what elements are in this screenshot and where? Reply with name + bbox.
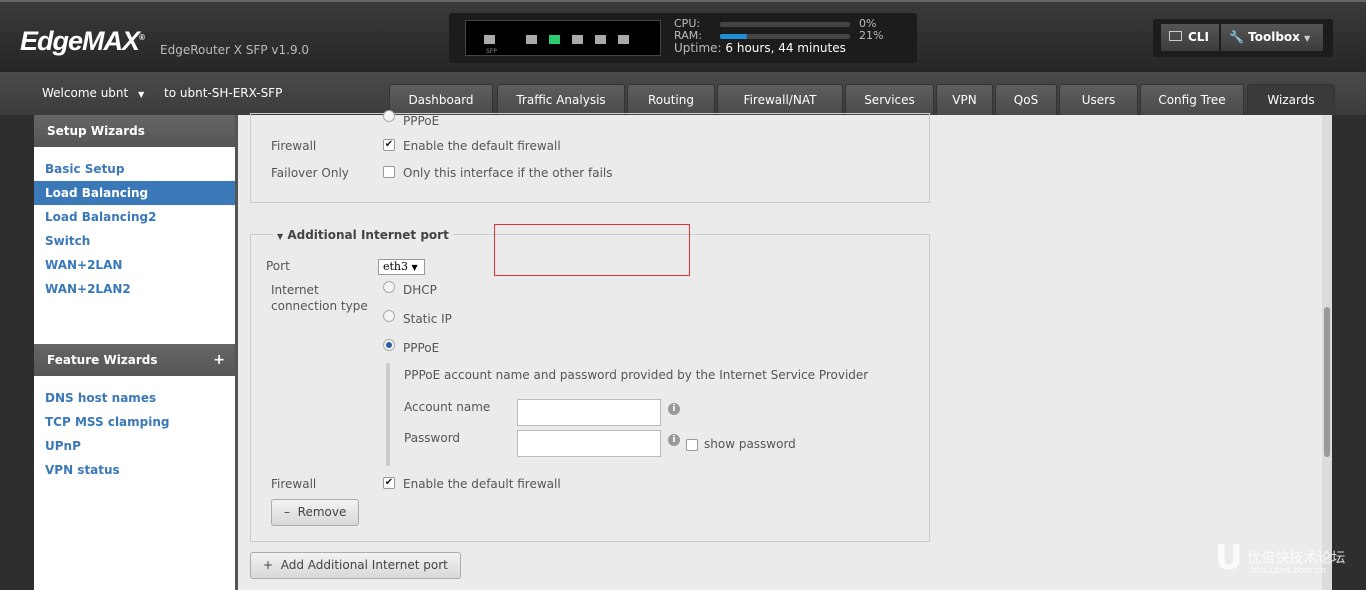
tab-firewall-nat[interactable]: Firewall/NAT — [717, 84, 843, 115]
port-icon — [526, 35, 537, 44]
sidebar-item[interactable]: VPN status — [34, 458, 235, 482]
port-active-icon — [549, 35, 560, 44]
pppoe-description: PPPoE account name and password provided… — [404, 368, 869, 382]
cli-label: CLI — [1188, 30, 1209, 44]
tab-routing[interactable]: Routing — [627, 84, 715, 115]
setup-wizards-header: Setup Wizards — [34, 115, 235, 147]
watermark-logo: U 优倍快技术论坛 bbs.ubnt.com.cn — [1215, 538, 1346, 578]
sidebar: Setup Wizards Basic Setup Load Balancing L… — [34, 115, 235, 590]
scrollbar[interactable] — [1322, 115, 1332, 590]
toolbox-label: Toolbox — [1248, 30, 1300, 44]
firewall-text: Enable the default firewall — [403, 477, 561, 491]
sidebar-item[interactable]: WAN+2LAN2 — [34, 277, 235, 301]
connection-type-label: Internet connection type — [271, 283, 368, 313]
port-select[interactable]: eth3 ▼ — [378, 259, 425, 275]
nav-bar: Welcome ubnt ▼ to ubnt-SH-ERX-SFP Dashbo… — [0, 72, 1366, 115]
ram-bar — [720, 34, 850, 39]
top-bar: EdgeMAX® EdgeRouter X SFP v1.9.0 SFP CPU… — [0, 0, 1366, 72]
tab-config-tree[interactable]: Config Tree — [1140, 84, 1244, 115]
additional-internet-port-section: ▼ Additional Internet port Port eth3 ▼ I… — [250, 228, 930, 542]
plus-icon: + — [213, 352, 225, 368]
minus-icon: – — [284, 505, 290, 519]
cpu-bar — [720, 22, 850, 27]
dhcp-label: DHCP — [403, 283, 437, 297]
account-name-label: Account name — [404, 400, 491, 414]
account-name-input[interactable] — [517, 399, 661, 426]
feature-wizards-header[interactable]: Feature Wizards + — [34, 344, 235, 376]
port-label: Port — [266, 259, 290, 273]
sidebar-item[interactable]: Load Balancing — [34, 181, 235, 205]
toolbox-button[interactable]: 🔧 Toolbox ▼ — [1221, 24, 1323, 51]
firewall-checkbox[interactable]: ✔ — [383, 139, 395, 151]
show-password-label: show password — [704, 437, 796, 451]
plus-icon: + — [263, 558, 274, 572]
sfp-port-icon — [484, 35, 495, 44]
info-icon[interactable]: i — [668, 434, 680, 446]
sidebar-item[interactable]: Load Balancing2 — [34, 205, 235, 229]
dhcp-radio[interactable] — [383, 281, 395, 293]
uptime-value: 6 hours, 44 minutes — [725, 41, 846, 55]
caret-down-icon: ▼ — [277, 232, 284, 241]
port-icon — [618, 35, 629, 44]
failover-text: Only this interface if the other fails — [403, 166, 613, 180]
terminal-icon — [1169, 31, 1182, 41]
sidebar-item[interactable]: TCP MSS clamping — [34, 410, 235, 434]
sidebar-item[interactable]: Switch — [34, 229, 235, 253]
password-label: Password — [404, 431, 461, 445]
wrench-icon: 🔧 — [1229, 30, 1244, 44]
show-password-checkbox[interactable] — [686, 439, 698, 451]
static-ip-radio[interactable] — [383, 310, 395, 322]
chevron-down-icon: ▼ — [138, 90, 145, 99]
user-menu[interactable]: Welcome ubnt ▼ — [42, 86, 144, 100]
static-ip-label: Static IP — [403, 312, 452, 326]
pppoe-indent — [386, 363, 390, 466]
wizard-content: PPPoE Firewall ✔ Enable the default fire… — [238, 110, 1322, 590]
ram-value: 21% — [859, 29, 884, 42]
failover-checkbox[interactable] — [383, 166, 395, 178]
port-icon — [595, 35, 606, 44]
internet-port-section: PPPoE Firewall ✔ Enable the default fire… — [250, 110, 930, 203]
firewall-label: Firewall — [271, 139, 317, 153]
scrollbar-thumb[interactable] — [1324, 307, 1330, 457]
tab-wizards[interactable]: Wizards — [1247, 84, 1335, 115]
add-internet-port-button[interactable]: + Add Additional Internet port — [250, 552, 461, 579]
edgemax-logo: EdgeMAX® — [20, 26, 145, 56]
tab-vpn[interactable]: VPN — [936, 84, 993, 115]
failover-label: Failover Only — [271, 166, 349, 180]
chevron-down-icon: ▼ — [1304, 34, 1311, 43]
hostname: to ubnt-SH-ERX-SFP — [164, 86, 283, 100]
sidebar-item[interactable]: DNS host names — [34, 386, 235, 410]
tab-users[interactable]: Users — [1059, 84, 1138, 115]
remove-button[interactable]: – Remove — [271, 499, 360, 526]
firewall-checkbox[interactable]: ✔ — [383, 477, 395, 489]
sidebar-item[interactable]: Basic Setup — [34, 157, 235, 181]
firewall-label: Firewall — [271, 477, 317, 491]
firewall-text: Enable the default firewall — [403, 139, 561, 153]
uptime-label: Uptime: — [674, 41, 722, 55]
port-icon — [572, 35, 583, 44]
port-status: SFP — [465, 20, 661, 56]
tab-services[interactable]: Services — [845, 84, 934, 115]
sidebar-item[interactable]: UPnP — [34, 434, 235, 458]
device-model: EdgeRouter X SFP v1.9.0 — [160, 43, 310, 57]
pppoe-radio[interactable] — [383, 110, 395, 122]
cli-button[interactable]: CLI — [1161, 24, 1219, 51]
toolbar: CLI 🔧 Toolbox ▼ — [1153, 19, 1333, 57]
password-input[interactable] — [517, 430, 661, 457]
info-icon[interactable]: i — [668, 403, 680, 415]
tab-dashboard[interactable]: Dashboard — [389, 84, 493, 115]
status-panel: SFP CPU: 0% RAM: 21% Uptime: 6 hours, 44… — [449, 13, 917, 63]
tab-traffic-analysis[interactable]: Traffic Analysis — [497, 84, 625, 115]
highlight-box — [494, 224, 690, 276]
pppoe-label: PPPoE — [403, 341, 440, 355]
pppoe-radio[interactable] — [383, 339, 395, 351]
section-toggle[interactable]: ▼ Additional Internet port — [273, 228, 453, 242]
chevron-down-icon: ▼ — [411, 263, 418, 272]
sidebar-item[interactable]: WAN+2LAN — [34, 253, 235, 277]
tab-qos[interactable]: QoS — [995, 84, 1057, 115]
sfp-label: SFP — [486, 48, 497, 55]
pppoe-label: PPPoE — [403, 114, 440, 128]
